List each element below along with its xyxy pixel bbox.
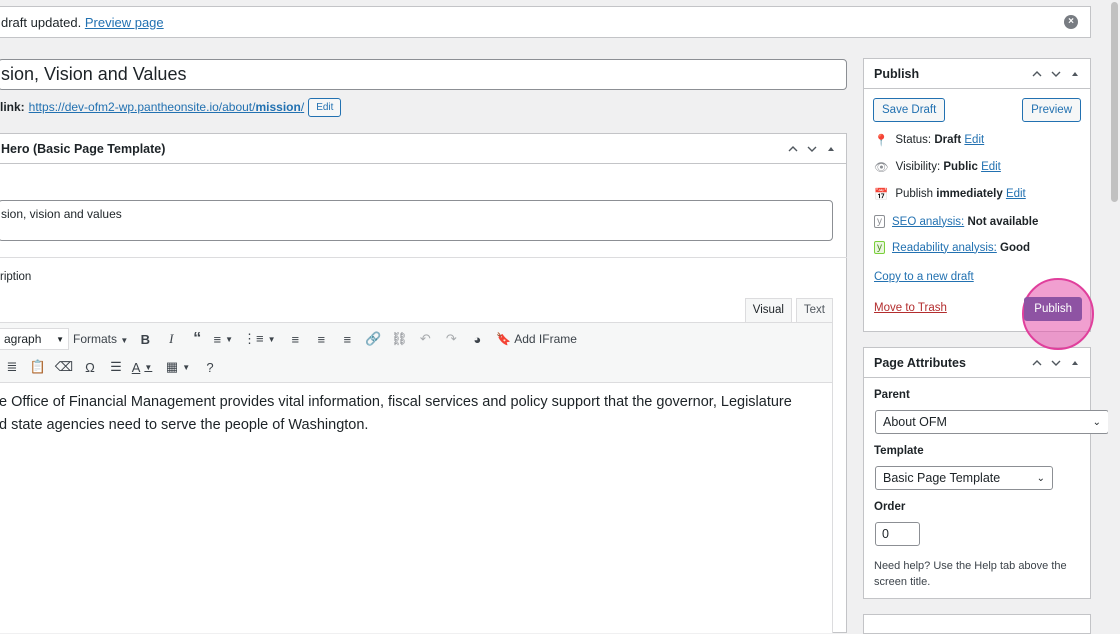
toggle-panel-icon[interactable] bbox=[826, 144, 836, 154]
permalink-url[interactable]: https://dev-ofm2-wp.pantheonsite.io/abou… bbox=[29, 100, 305, 114]
divider bbox=[0, 257, 847, 258]
scrollbar-thumb[interactable] bbox=[1111, 2, 1118, 202]
read-more-icon[interactable]: ☰ bbox=[103, 355, 129, 379]
permalink: link: https://dev-ofm2-wp.pantheonsite.i… bbox=[0, 96, 342, 118]
bookmark-icon: 🔖 bbox=[496, 332, 512, 346]
italic-icon[interactable]: I bbox=[158, 327, 184, 351]
pie-chart-icon[interactable]: ◕ bbox=[464, 327, 490, 351]
editor-tabs: Visual Text bbox=[744, 298, 833, 322]
move-down-icon[interactable] bbox=[1051, 358, 1061, 368]
page-scrollbar[interactable] bbox=[1108, 0, 1120, 626]
move-down-icon[interactable] bbox=[1051, 69, 1061, 79]
yoast-readability-icon: y bbox=[874, 241, 885, 254]
editor-toolbar: agraph ▼ Formats ▼ B I “ ≡ ▼ ⋮≡ ▼ ≡ ≡ ≡ 🔗 ⛓… bbox=[0, 322, 833, 383]
readability-row: y Readability analysis: Good bbox=[874, 241, 1030, 254]
strikethrough-icon[interactable]: ≣ bbox=[0, 355, 25, 379]
page-attributes-metabox: Page Attributes Parent About OFM ⌄ Templa… bbox=[863, 347, 1109, 599]
redo-icon[interactable]: ↷ bbox=[438, 327, 464, 351]
editor-content[interactable]: e Office of Financial Management provide… bbox=[0, 383, 833, 633]
subheading-textarea[interactable]: sion, vision and values bbox=[0, 200, 833, 241]
parent-label: Parent bbox=[874, 389, 910, 401]
text-color-icon[interactable]: A ▼ bbox=[129, 355, 155, 379]
dismiss-notice-icon[interactable]: × bbox=[1064, 15, 1078, 29]
move-down-icon[interactable] bbox=[807, 144, 817, 154]
edit-status-link[interactable]: Edit bbox=[964, 134, 984, 146]
move-up-icon[interactable] bbox=[1032, 358, 1042, 368]
blockquote-icon[interactable]: “ bbox=[184, 327, 210, 351]
align-left-icon[interactable]: ≡ bbox=[282, 327, 308, 351]
page-attributes-title: Page Attributes bbox=[874, 355, 966, 370]
publish-title: Publish bbox=[874, 66, 920, 81]
clear-formatting-icon[interactable]: ⌫ bbox=[51, 355, 77, 379]
publish-button[interactable]: Publish bbox=[1024, 297, 1082, 321]
yoast-seo-icon: y bbox=[874, 215, 885, 228]
insert-link-icon[interactable]: 🔗 bbox=[360, 327, 386, 351]
move-up-icon[interactable] bbox=[1032, 69, 1042, 79]
post-title-input[interactable]: sion, Vision and Values bbox=[0, 59, 847, 90]
visibility-row: 👁 Visibility: Public Edit bbox=[874, 161, 1001, 174]
description-label: ription bbox=[0, 271, 32, 283]
eye-icon: 👁 bbox=[874, 162, 889, 174]
move-up-icon[interactable] bbox=[788, 144, 798, 154]
tab-visual[interactable]: Visual bbox=[744, 298, 792, 322]
save-draft-button[interactable]: Save Draft bbox=[873, 98, 946, 122]
order-label: Order bbox=[874, 501, 906, 513]
chevron-down-icon: ⌄ bbox=[1036, 472, 1045, 484]
bullet-list-icon[interactable]: ≡ ▼ bbox=[210, 327, 236, 351]
edit-permalink-button[interactable]: Edit bbox=[308, 97, 342, 117]
edit-schedule-link[interactable]: Edit bbox=[1006, 188, 1026, 200]
next-metabox bbox=[863, 614, 1091, 634]
align-right-icon[interactable]: ≡ bbox=[334, 327, 360, 351]
seo-analysis-link[interactable]: SEO analysis: bbox=[892, 216, 964, 228]
align-center-icon[interactable]: ≡ bbox=[308, 327, 334, 351]
permalink-label: link: bbox=[0, 100, 25, 114]
copy-to-draft-link[interactable]: Copy to a new draft bbox=[874, 271, 974, 283]
undo-icon[interactable]: ↶ bbox=[412, 327, 438, 351]
template-select[interactable]: Basic Page Template ⌄ bbox=[875, 466, 1053, 490]
seo-row: y SEO analysis: Not available bbox=[874, 215, 1038, 228]
notice-text: draft updated. bbox=[1, 14, 82, 30]
help-icon[interactable]: ? bbox=[197, 355, 223, 379]
schedule-row: 📅 Publish immediately Edit bbox=[874, 188, 1026, 201]
tab-text[interactable]: Text bbox=[795, 298, 833, 322]
table-icon[interactable]: ▦ ▼ bbox=[165, 355, 191, 379]
template-label: Template bbox=[874, 445, 924, 457]
readability-analysis-link[interactable]: Readability analysis: bbox=[892, 242, 997, 254]
remove-link-icon[interactable]: ⛓ bbox=[386, 327, 412, 351]
order-input[interactable]: 0 bbox=[875, 522, 920, 546]
numbered-list-icon[interactable]: ⋮≡ ▼ bbox=[243, 327, 276, 351]
edit-visibility-link[interactable]: Edit bbox=[981, 161, 1001, 173]
preview-button[interactable]: Preview bbox=[1022, 98, 1081, 122]
move-to-trash-link[interactable]: Move to Trash bbox=[874, 302, 947, 314]
pin-icon: 📍 bbox=[874, 135, 889, 147]
paragraph-format-select[interactable]: agraph ▼ bbox=[0, 328, 69, 350]
content-line-2: d state agencies need to serve the peopl… bbox=[0, 417, 369, 433]
parent-select[interactable]: About OFM ⌄ bbox=[875, 410, 1109, 434]
bold-icon[interactable]: B bbox=[132, 327, 158, 351]
calendar-icon: 📅 bbox=[874, 189, 889, 201]
preview-page-link[interactable]: Preview page bbox=[85, 15, 164, 30]
toggle-panel-icon[interactable] bbox=[1070, 358, 1080, 368]
update-notice: draft updated. Preview page × bbox=[0, 6, 1091, 38]
status-row: 📍 Status: Draft Edit bbox=[874, 134, 985, 147]
formats-menu[interactable]: Formats ▼ bbox=[73, 332, 128, 346]
chevron-down-icon: ⌄ bbox=[1092, 416, 1101, 428]
paste-text-icon[interactable]: 📋 bbox=[25, 355, 51, 379]
toggle-panel-icon[interactable] bbox=[1070, 69, 1080, 79]
help-text: Need help? Use the Help tab above the sc… bbox=[874, 560, 1067, 588]
special-character-icon[interactable]: Ω bbox=[77, 355, 103, 379]
add-iframe-button[interactable]: 🔖 Add IFrame bbox=[496, 332, 577, 346]
content-line-1: e Office of Financial Management provide… bbox=[0, 394, 792, 410]
hero-metabox-title: Hero (Basic Page Template) bbox=[1, 141, 166, 156]
